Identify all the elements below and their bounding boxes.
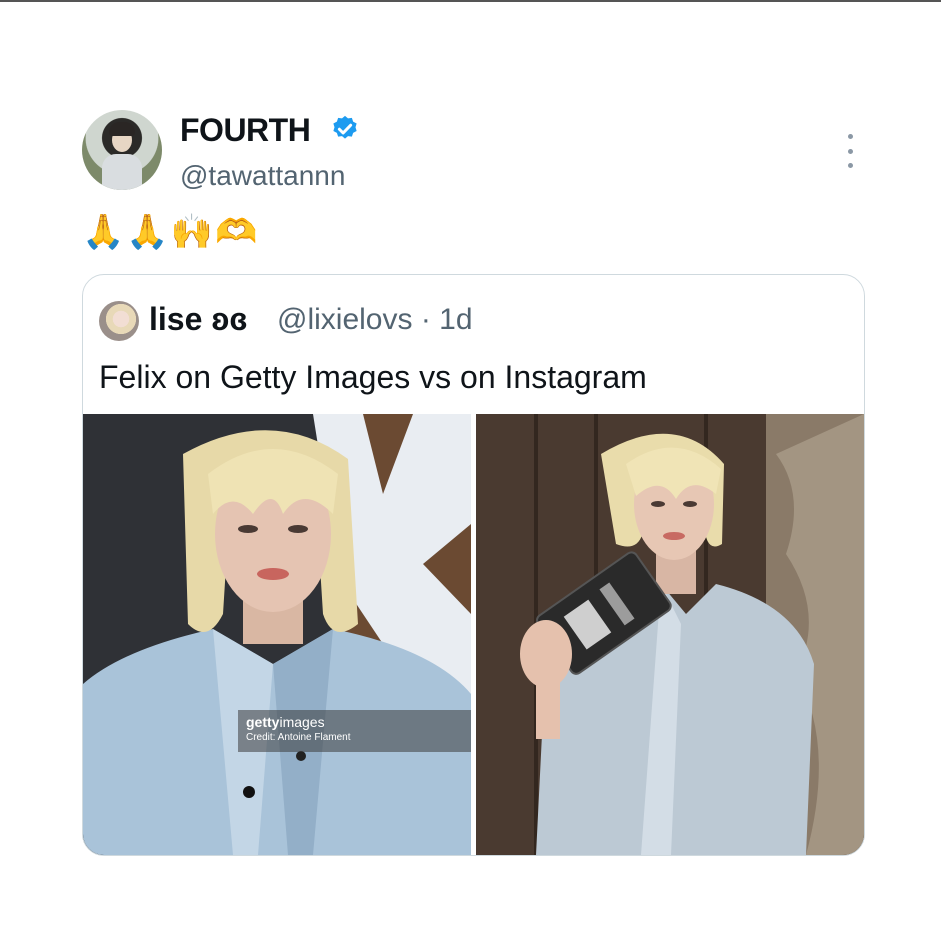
media-grid: gettyimages Credit: Antoine Flament xyxy=(83,414,864,855)
window-top-border xyxy=(0,0,941,2)
photo-getty[interactable]: gettyimages Credit: Antoine Flament xyxy=(83,414,471,855)
quoted-author-avatar xyxy=(99,301,139,341)
quoted-author-name: lise ʚɞ xyxy=(149,301,248,337)
quoted-tweet-text: Felix on Getty Images vs on Instagram xyxy=(99,359,647,395)
getty-credit-overlay: gettyimages Credit: Antoine Flament xyxy=(238,710,471,752)
author-display-name[interactable]: FOURTH xyxy=(180,112,311,149)
tweet-header: FOURTH @tawattannn xyxy=(82,110,862,200)
tweet-text: 🙏🙏🙌🫶 xyxy=(82,213,260,251)
getty-brand: getty xyxy=(246,714,280,730)
getty-photo-illustration xyxy=(83,414,471,855)
getty-credit-text: Credit: Antoine Flament xyxy=(246,732,351,743)
quoted-tweet-header: lise ʚɞ @lixielovs · 1d xyxy=(99,297,839,341)
more-options-icon[interactable] xyxy=(838,134,862,168)
instagram-photo-illustration xyxy=(476,414,864,855)
verified-badge-icon xyxy=(333,115,357,139)
quoted-tweet-card[interactable]: lise ʚɞ @lixielovs · 1d Felix on Getty I… xyxy=(82,274,865,856)
author-avatar[interactable] xyxy=(82,110,162,190)
photo-instagram[interactable] xyxy=(476,414,864,855)
author-handle[interactable]: @tawattannn xyxy=(180,160,345,192)
quoted-author-handle-time: @lixielovs · 1d xyxy=(277,303,473,336)
getty-brand-suffix: images xyxy=(279,714,325,730)
